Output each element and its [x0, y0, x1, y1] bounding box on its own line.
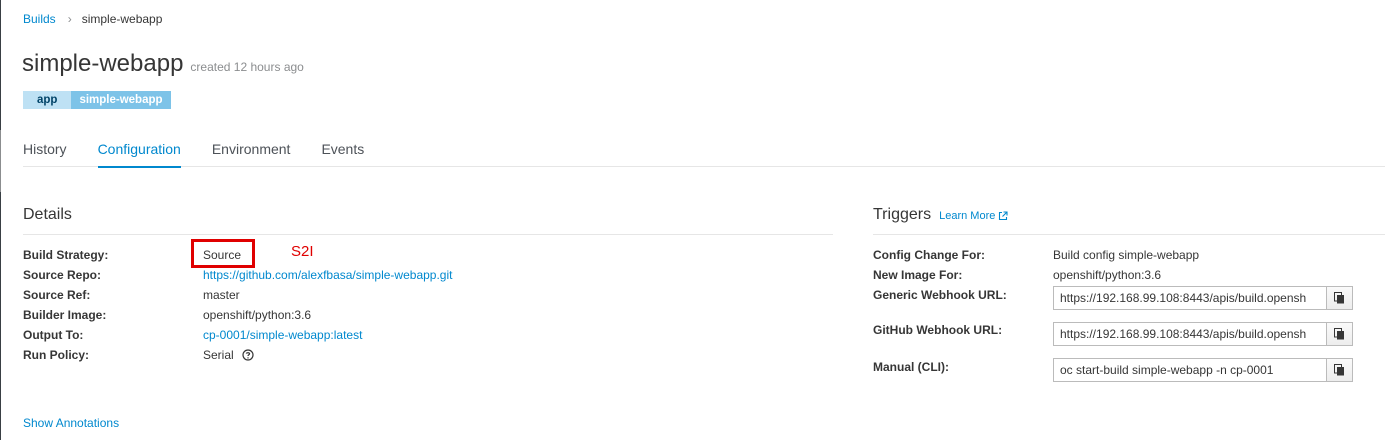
- source-ref-value: master: [203, 288, 240, 302]
- new-image-label: New Image For:: [873, 268, 963, 282]
- breadcrumb: Builds › simple-webapp: [23, 12, 162, 26]
- question-circle-icon[interactable]: [242, 349, 254, 364]
- source-repo-row: Source Repo: https://github.com/alexfbas…: [23, 268, 452, 282]
- created-timestamp: created 12 hours ago: [190, 60, 304, 74]
- learn-more-label[interactable]: Learn More: [939, 210, 995, 222]
- highlight-box: [191, 239, 255, 268]
- copy-icon: [1334, 328, 1344, 340]
- breadcrumb-current: simple-webapp: [81, 12, 163, 26]
- copy-github-webhook-button[interactable]: [1327, 322, 1353, 346]
- new-image-value: openshift/python:3.6: [1053, 268, 1162, 282]
- show-annotations-link[interactable]: Show Annotations: [23, 416, 119, 430]
- builder-image-value: openshift/python:3.6: [203, 308, 312, 322]
- run-policy-value: Serial: [203, 348, 234, 362]
- page-title: simple-webapp: [22, 50, 184, 77]
- triggers-heading-group: Triggers Learn More: [873, 206, 1008, 224]
- left-nav-active-segment: [0, 130, 1, 192]
- triggers-heading: Triggers: [873, 206, 932, 223]
- github-webhook-row: GitHub Webhook URL:: [873, 323, 1053, 337]
- source-ref-row: Source Ref: master: [23, 288, 240, 302]
- github-webhook-label: GitHub Webhook URL:: [873, 323, 1003, 337]
- copy-generic-webhook-button[interactable]: [1327, 286, 1353, 310]
- source-repo-label: Source Repo:: [23, 268, 102, 282]
- manual-cli-row: Manual (CLI):: [873, 360, 1053, 374]
- breadcrumb-builds-link[interactable]: Builds: [23, 12, 56, 26]
- copy-icon: [1334, 364, 1344, 376]
- source-repo-link[interactable]: https://github.com/alexfbasa/simple-weba…: [203, 268, 452, 282]
- output-to-label: Output To:: [23, 328, 84, 342]
- tab-history[interactable]: History: [23, 130, 67, 167]
- generic-webhook-input[interactable]: https://192.168.99.108:8443/apis/build.o…: [1053, 286, 1327, 310]
- tab-configuration[interactable]: Configuration: [97, 130, 182, 168]
- source-ref-label: Source Ref:: [23, 288, 91, 302]
- config-change-label: Config Change For:: [873, 248, 985, 262]
- tab-bar: History Configuration Environment Events: [23, 130, 1385, 168]
- builder-image-label: Builder Image:: [23, 308, 107, 322]
- new-image-row: New Image For: openshift/python:3.6: [873, 268, 1161, 282]
- label-tag[interactable]: app simple-webapp: [23, 91, 171, 109]
- generic-webhook-field: https://192.168.99.108:8443/apis/build.o…: [1053, 286, 1353, 310]
- tab-events[interactable]: Events: [321, 130, 364, 167]
- config-change-row: Config Change For: Build config simple-w…: [873, 248, 1199, 262]
- generic-webhook-row: Generic Webhook URL:: [873, 288, 1053, 302]
- manual-cli-label: Manual (CLI):: [873, 360, 949, 374]
- chevron-right-icon: ›: [67, 12, 72, 26]
- github-webhook-input[interactable]: https://192.168.99.108:8443/apis/build.o…: [1053, 322, 1327, 346]
- tab-environment[interactable]: Environment: [212, 130, 291, 167]
- manual-cli-input[interactable]: oc start-build simple-webapp -n cp-0001: [1053, 358, 1327, 382]
- copy-icon: [1334, 292, 1344, 304]
- manual-cli-field: oc start-build simple-webapp -n cp-0001: [1053, 358, 1353, 382]
- builder-image-row: Builder Image: openshift/python:3.6: [23, 308, 311, 322]
- page-header: simple-webapp created 12 hours ago: [22, 50, 304, 78]
- left-nav-edge: [0, 0, 1, 440]
- label-key[interactable]: app: [23, 91, 72, 109]
- copy-manual-cli-button[interactable]: [1327, 358, 1353, 382]
- run-policy-row: Run Policy: Serial: [23, 348, 254, 364]
- github-webhook-field: https://192.168.99.108:8443/apis/build.o…: [1053, 322, 1353, 346]
- triggers-divider: [873, 234, 1385, 235]
- run-policy-label: Run Policy:: [23, 348, 90, 362]
- output-to-row: Output To: cp-0001/simple-webapp:latest: [23, 328, 362, 342]
- config-change-value: Build config simple-webapp: [1053, 248, 1200, 262]
- learn-more-link[interactable]: Learn More: [939, 210, 1008, 222]
- details-heading: Details: [23, 206, 72, 223]
- generic-webhook-label: Generic Webhook URL:: [873, 288, 1007, 302]
- build-strategy-label: Build Strategy:: [23, 248, 109, 262]
- details-divider: [23, 234, 833, 235]
- output-to-link[interactable]: cp-0001/simple-webapp:latest: [203, 328, 362, 342]
- label-value[interactable]: simple-webapp: [71, 91, 171, 109]
- s2i-annotation: S2I: [291, 243, 314, 260]
- external-link-icon: [999, 211, 1008, 221]
